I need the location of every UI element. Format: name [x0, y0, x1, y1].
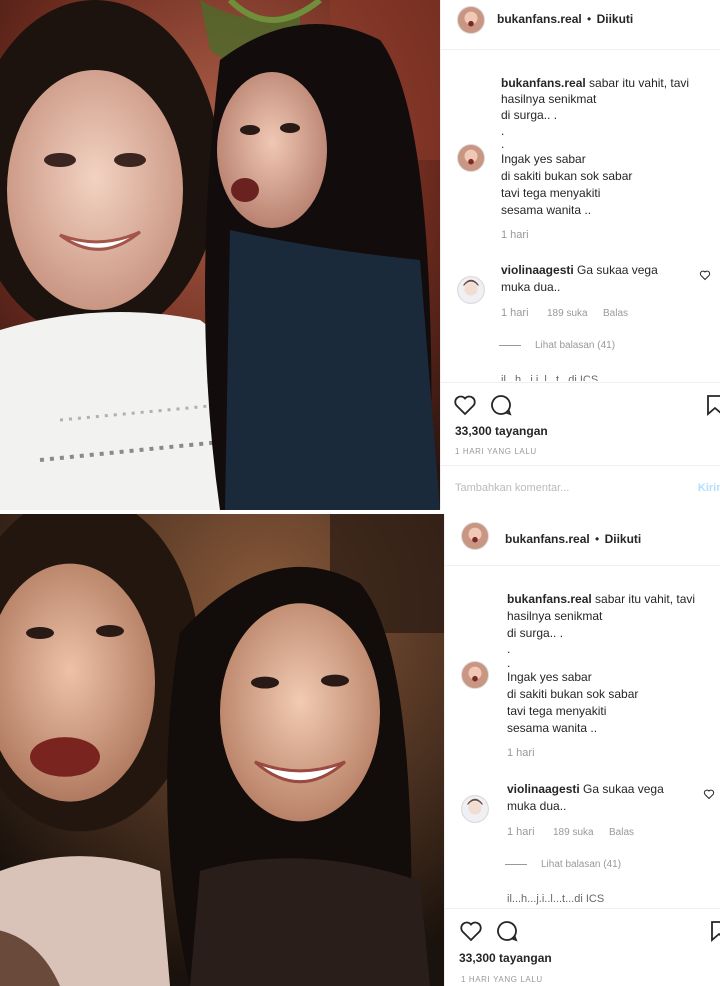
screenshot-panel-bottom: bukanfans.real • Diikuti bukanfans.real … [0, 510, 720, 986]
post-video[interactable] [0, 514, 444, 986]
caption-time[interactable]: 1 hari [507, 747, 535, 759]
follow-status[interactable]: Diikuti [605, 532, 642, 546]
caption-text-7: di sakiti bukan sok sabar [507, 687, 639, 701]
caption-avatar[interactable] [461, 661, 489, 689]
comment-text-2: muka dua.. [501, 280, 561, 294]
caption-text-6: Ingak yes sabar [501, 152, 586, 166]
comment-heart-icon[interactable] [703, 788, 715, 800]
header-separator: • [587, 12, 592, 26]
replies-divider [505, 864, 527, 865]
header-username[interactable]: bukanfans.real [505, 532, 590, 546]
comment-line-1: violinaagesti Ga sukaa vega [501, 263, 658, 277]
heart-icon[interactable] [459, 919, 483, 943]
caption-text-4: . [507, 642, 511, 656]
post-comment-button[interactable]: Kirim [698, 482, 720, 494]
caption-line-1: bukanfans.real sabar itu vahit, tavi [501, 76, 689, 90]
comment-time[interactable]: 1 hari [507, 826, 535, 838]
avatar-icon [458, 7, 484, 33]
replies-divider [499, 345, 521, 346]
user-avatar[interactable] [457, 6, 485, 34]
caption-text-1: sabar itu vahit, tavi [595, 592, 696, 606]
caption-text-9: sesama wanita .. [501, 203, 592, 217]
caption-text-9: sesama wanita .. [507, 721, 598, 735]
post-actions: 33,300 tayangan 1 HARI YANG LALU [441, 382, 720, 464]
comment-bubble-icon[interactable] [489, 393, 513, 417]
comments-list[interactable]: bukanfans.real sabar itu vahit, tavi has… [445, 567, 720, 907]
view-replies-button[interactable]: Lihat balasan (41) [541, 859, 621, 870]
commenter-avatar[interactable] [461, 795, 489, 823]
post-time[interactable]: 1 HARI YANG LALU [461, 975, 543, 984]
follow-status[interactable]: Diikuti [597, 12, 634, 26]
post-sidebar: bukanfans.real • Diikuti bukanfans.real … [440, 0, 720, 510]
avatar-icon [462, 523, 488, 549]
video-frame [0, 514, 444, 986]
caption-text-7: di sakiti bukan sok sabar [501, 169, 633, 183]
comment-username[interactable]: violinaagesti [501, 263, 574, 277]
post-header: bukanfans.real • Diikuti [441, 0, 720, 50]
comment-reply-button[interactable]: Balas [609, 827, 634, 838]
comment-text-1: Ga sukaa vega [583, 782, 664, 796]
caption-line-1: bukanfans.real sabar itu vahit, tavi [507, 592, 695, 606]
caption-text-1: sabar itu vahit, tavi [589, 76, 690, 90]
avatar-icon [458, 277, 484, 303]
comment-heart-icon[interactable] [699, 269, 711, 281]
post-time[interactable]: 1 HARI YANG LALU [455, 447, 537, 456]
caption-text-3: di surga.. . [507, 626, 564, 640]
comment-username[interactable]: violinaagesti [507, 782, 580, 796]
caption-time[interactable]: 1 hari [501, 229, 529, 241]
header-username-group: bukanfans.real • Diikuti [505, 532, 641, 546]
comment-likes[interactable]: 189 suka [553, 827, 594, 838]
comment-likes[interactable]: 189 suka [547, 308, 588, 319]
avatar-icon [462, 796, 488, 822]
next-comment-partial: il...h...j.i..l...t...di ICS [507, 893, 605, 905]
post-actions: 33,300 tayangan 1 HARI YANG LALU [445, 908, 720, 986]
header-username-group: bukanfans.real • Diikuti [497, 12, 633, 26]
caption-text-5: . [507, 656, 511, 670]
user-avatar[interactable] [461, 522, 489, 550]
add-comment-input[interactable]: Tambahkan komentar... [455, 482, 569, 494]
header-username[interactable]: bukanfans.real [497, 12, 582, 26]
video-frame [0, 0, 440, 510]
commenter-avatar[interactable] [457, 276, 485, 304]
caption-text-4: . [501, 124, 505, 138]
post-header: bukanfans.real • Diikuti [445, 514, 720, 566]
caption-text-8: tavi tega menyakiti [507, 704, 607, 718]
caption-text-2: hasilnya senikmat [507, 609, 603, 623]
bookmark-icon[interactable] [707, 919, 720, 943]
caption-text-8: tavi tega menyakiti [501, 186, 601, 200]
heart-icon[interactable] [453, 393, 477, 417]
post-sidebar: bukanfans.real • Diikuti bukanfans.real … [444, 514, 720, 986]
comment-text-2: muka dua.. [507, 799, 567, 813]
screenshot-panel-top: bukanfans.real • Diikuti bukanfans.real … [0, 0, 720, 510]
avatar-icon [462, 662, 488, 688]
caption-username[interactable]: bukanfans.real [507, 592, 592, 606]
caption-text-3: di surga.. . [501, 108, 558, 122]
caption-text-6: Ingak yes sabar [507, 670, 592, 684]
view-count[interactable]: 33,300 tayangan [459, 951, 552, 965]
view-replies-button[interactable]: Lihat balasan (41) [535, 340, 615, 351]
comment-bubble-icon[interactable] [495, 919, 519, 943]
avatar-icon [458, 145, 484, 171]
caption-avatar[interactable] [457, 144, 485, 172]
comment-text-1: Ga sukaa vega [577, 263, 658, 277]
caption-text-2: hasilnya senikmat [501, 92, 597, 106]
header-separator: • [595, 532, 600, 546]
caption-username[interactable]: bukanfans.real [501, 76, 586, 90]
add-comment-bar: Tambahkan komentar... Kirim [441, 465, 720, 510]
view-count[interactable]: 33,300 tayangan [455, 424, 548, 438]
comments-list[interactable]: bukanfans.real sabar itu vahit, tavi has… [441, 51, 720, 381]
post-video[interactable] [0, 0, 440, 510]
next-comment-partial: il...h...j.i..l...t...di ICS [501, 374, 599, 381]
comment-reply-button[interactable]: Balas [603, 308, 628, 319]
comment-time[interactable]: 1 hari [501, 307, 529, 319]
comment-line-1: violinaagesti Ga sukaa vega [507, 782, 664, 796]
caption-text-5: . [501, 137, 505, 151]
bookmark-icon[interactable] [703, 393, 720, 417]
